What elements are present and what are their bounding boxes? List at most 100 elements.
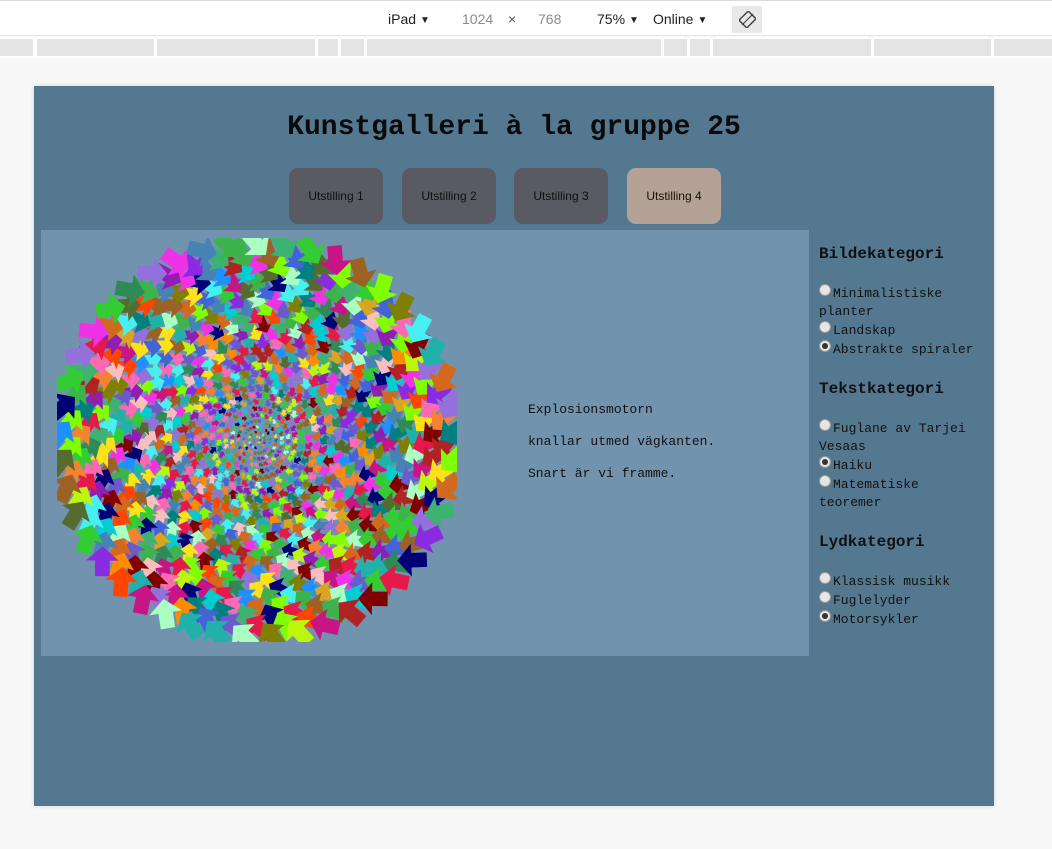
arrow-shape <box>259 468 265 475</box>
arrow-shape <box>218 421 226 429</box>
option-label: Klassisk musikk <box>833 574 951 589</box>
arrow-shape <box>258 398 266 406</box>
arrow-shape <box>257 405 263 412</box>
height-field[interactable]: 768 <box>538 11 561 27</box>
arrow-shape <box>246 406 252 413</box>
option-label: Matematiske teoremer <box>819 477 919 510</box>
arrow-shape <box>232 425 238 432</box>
option-motorsykler[interactable]: Motorsykler <box>819 610 989 629</box>
sound-category-title: Lydkategori <box>819 533 925 551</box>
option-label: Haiku <box>833 458 873 473</box>
arrow-shape <box>257 441 261 444</box>
option-fuglane[interactable]: Fuglane av Tarjei Vesaas <box>819 419 989 456</box>
option-minimalistiske-planter[interactable]: Minimalistiske planter <box>819 284 989 321</box>
arrow-shape <box>256 457 261 462</box>
page-title: Kunstgalleri à la gruppe 25 <box>287 112 741 143</box>
radio-checked-icon[interactable] <box>819 610 831 622</box>
option-label: Abstrakte spiraler <box>833 342 974 357</box>
radio-icon[interactable] <box>819 321 831 333</box>
arrow-shape <box>254 430 258 434</box>
tab-utstilling-4[interactable]: Utstilling 4 <box>627 168 721 224</box>
arrow-shape <box>264 400 272 407</box>
poem-text: Explosionsmotorn knallar utmed vägkanten… <box>528 402 715 498</box>
exhibit-panel: Explosionsmotorn knallar utmed vägkanten… <box>41 230 809 656</box>
tab-utstilling-3[interactable]: Utstilling 3 <box>514 168 608 224</box>
arrow-shape <box>270 402 278 410</box>
radio-icon[interactable] <box>819 284 831 296</box>
arrow-shape <box>215 433 222 440</box>
option-label: Landskap <box>833 323 896 338</box>
radio-icon[interactable] <box>819 591 831 603</box>
arrow-shape <box>229 439 235 445</box>
arrow-shape <box>229 434 235 440</box>
radio-icon[interactable] <box>819 572 831 584</box>
arrow-shape <box>276 448 282 455</box>
arrow-shape <box>253 419 258 424</box>
arrow-shape <box>253 436 257 440</box>
option-landskap[interactable]: Landskap <box>819 321 989 340</box>
text-category-title: Tekstkategori <box>819 380 944 398</box>
network-select[interactable]: Online ▼ <box>653 11 707 27</box>
poem-line: knallar utmed vägkanten. <box>528 434 716 449</box>
media-query-ruler <box>0 37 1052 58</box>
arrow-shape <box>278 430 284 436</box>
devtools-device-toolbar: iPad ▼ 1024 × 768 75% ▼ Online ▼ <box>0 0 1052 36</box>
device-select[interactable]: iPad ▼ <box>388 11 430 27</box>
text-category-group: Tekstkategori Fuglane av Tarjei Vesaas H… <box>819 379 989 512</box>
option-label: Fuglelyder <box>833 593 912 608</box>
arrow-shape <box>268 437 272 441</box>
chevron-down-icon: ▼ <box>629 15 639 26</box>
option-klassisk-musikk[interactable]: Klassisk musikk <box>819 572 989 591</box>
spiral-artwork <box>57 238 457 642</box>
tab-utstilling-1[interactable]: Utstilling 1 <box>289 168 383 224</box>
chevron-down-icon: ▼ <box>697 15 708 26</box>
option-label: Fuglane av Tarjei Vesaas <box>819 421 966 454</box>
image-category-title: Bildekategori <box>819 245 944 263</box>
arrow-shape <box>252 398 259 406</box>
arrow-shape <box>253 451 258 455</box>
option-haiku[interactable]: Haiku <box>819 456 989 475</box>
rotate-icon <box>739 11 756 28</box>
arrow-shape <box>255 425 259 429</box>
arrow-shape <box>242 440 246 445</box>
image-category-group: Bildekategori Minimalistiske planter Lan… <box>819 244 989 359</box>
arrow-shape <box>262 441 266 445</box>
arrow-shape <box>260 455 265 461</box>
option-abstrakte-spiraler[interactable]: Abstrakte spiraler <box>819 340 989 359</box>
arrow-shape <box>215 439 223 447</box>
radio-icon[interactable] <box>819 475 831 487</box>
zoom-select[interactable]: 75% ▼ <box>597 11 639 27</box>
arrow-shape <box>263 473 271 481</box>
option-matematiske-teoremer[interactable]: Matematiske teoremer <box>819 475 989 512</box>
poem-line: Explosionsmotorn <box>528 402 653 417</box>
option-label: Minimalistiske planter <box>819 286 943 319</box>
radio-checked-icon[interactable] <box>819 456 831 468</box>
arrow-shape <box>239 471 247 479</box>
width-field[interactable]: 1024 <box>462 11 493 27</box>
arrow-shape <box>258 462 264 468</box>
option-label: Motorsykler <box>833 612 919 627</box>
arrow-shape <box>244 430 248 435</box>
arrow-shape <box>222 438 229 444</box>
arrow-shape <box>205 385 216 398</box>
arrow-shape <box>250 450 254 455</box>
poem-line: Snart är vi framme. <box>528 466 677 481</box>
arrow-shape <box>291 431 299 438</box>
arrow-spiral-group <box>57 238 457 642</box>
arrow-shape <box>236 441 241 446</box>
radio-checked-icon[interactable] <box>819 340 831 352</box>
arrow-shape <box>257 474 265 482</box>
arrow-shape <box>226 422 233 429</box>
option-fuglelyder[interactable]: Fuglelyder <box>819 591 989 610</box>
arrow-shape <box>253 440 256 444</box>
category-sidebar: Bildekategori Minimalistiske planter Lan… <box>819 244 989 649</box>
zoom-label: 75% <box>597 11 626 27</box>
arrow-shape <box>273 434 278 439</box>
tab-utstilling-2[interactable]: Utstilling 2 <box>402 168 496 224</box>
arrow-shape <box>272 445 277 451</box>
sound-category-group: Lydkategori Klassisk musikk Fuglelyder M… <box>819 532 989 629</box>
arrow-shape <box>251 405 258 412</box>
radio-icon[interactable] <box>819 419 831 431</box>
rotate-button[interactable] <box>732 6 762 33</box>
device-label: iPad <box>388 11 417 27</box>
